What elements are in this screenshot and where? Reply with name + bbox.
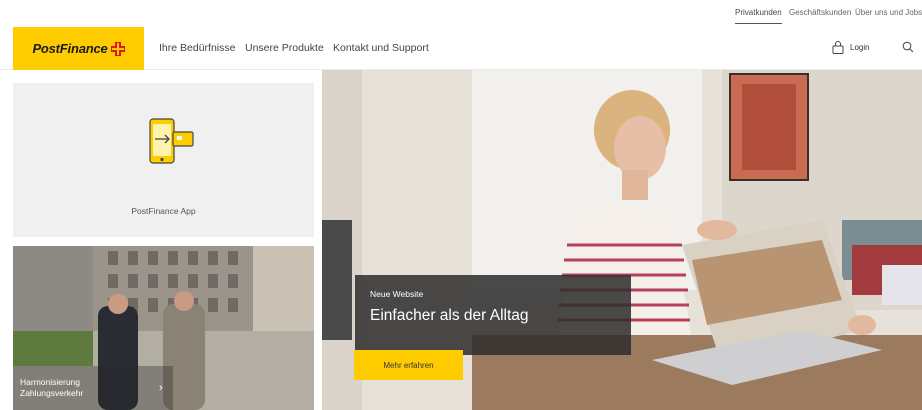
news-caption-line-1: Harmonisierung	[20, 377, 80, 387]
login-label: Login	[850, 42, 870, 52]
link-geschaeftskunden[interactable]: Geschäftskunden	[789, 8, 851, 17]
link-privatkunden[interactable]: Privatkunden	[735, 8, 782, 24]
mobile-payment-icon	[149, 118, 194, 164]
utility-bar: Privatkunden Geschäftskunden Über uns un…	[0, 0, 922, 26]
hero-title: Einfacher als der Alltag	[370, 307, 529, 324]
app-teaser-tile[interactable]: PostFinance App	[13, 83, 314, 237]
nav-unsere-produkte[interactable]: Unsere Produkte	[245, 42, 324, 54]
swiss-cross-icon	[110, 41, 125, 56]
news-teaser-tile[interactable]: Harmonisierung Zahlungsverkehr ›	[13, 246, 314, 410]
hero-teaser-box: Neue Website Einfacher als der Alltag	[355, 275, 631, 355]
search-icon[interactable]	[902, 41, 914, 53]
postfinance-logo[interactable]: PostFinance	[13, 27, 144, 70]
hero-kicker: Neue Website	[370, 289, 424, 299]
main-navigation: PostFinance Ihre Bedürfnisse Unsere Prod…	[0, 26, 922, 70]
nav-kontakt-support[interactable]: Kontakt und Support	[333, 42, 429, 54]
nav-ihre-beduerfnisse[interactable]: Ihre Bedürfnisse	[159, 42, 235, 54]
hero-banner: Neue Website Einfacher als der Alltag Me…	[322, 70, 922, 410]
chevron-right-icon: ›	[159, 382, 163, 394]
mehr-erfahren-button[interactable]: Mehr erfahren	[354, 350, 463, 380]
link-ueber-uns-jobs[interactable]: Über uns und Jobs	[855, 8, 922, 17]
lock-icon	[832, 41, 844, 54]
app-label: PostFinance App	[131, 206, 196, 216]
logo-text: PostFinance	[32, 41, 108, 56]
news-caption-line-2: Zahlungsverkehr	[20, 388, 84, 398]
news-caption: Harmonisierung Zahlungsverkehr	[20, 377, 83, 399]
login-button[interactable]: Login	[832, 40, 870, 54]
